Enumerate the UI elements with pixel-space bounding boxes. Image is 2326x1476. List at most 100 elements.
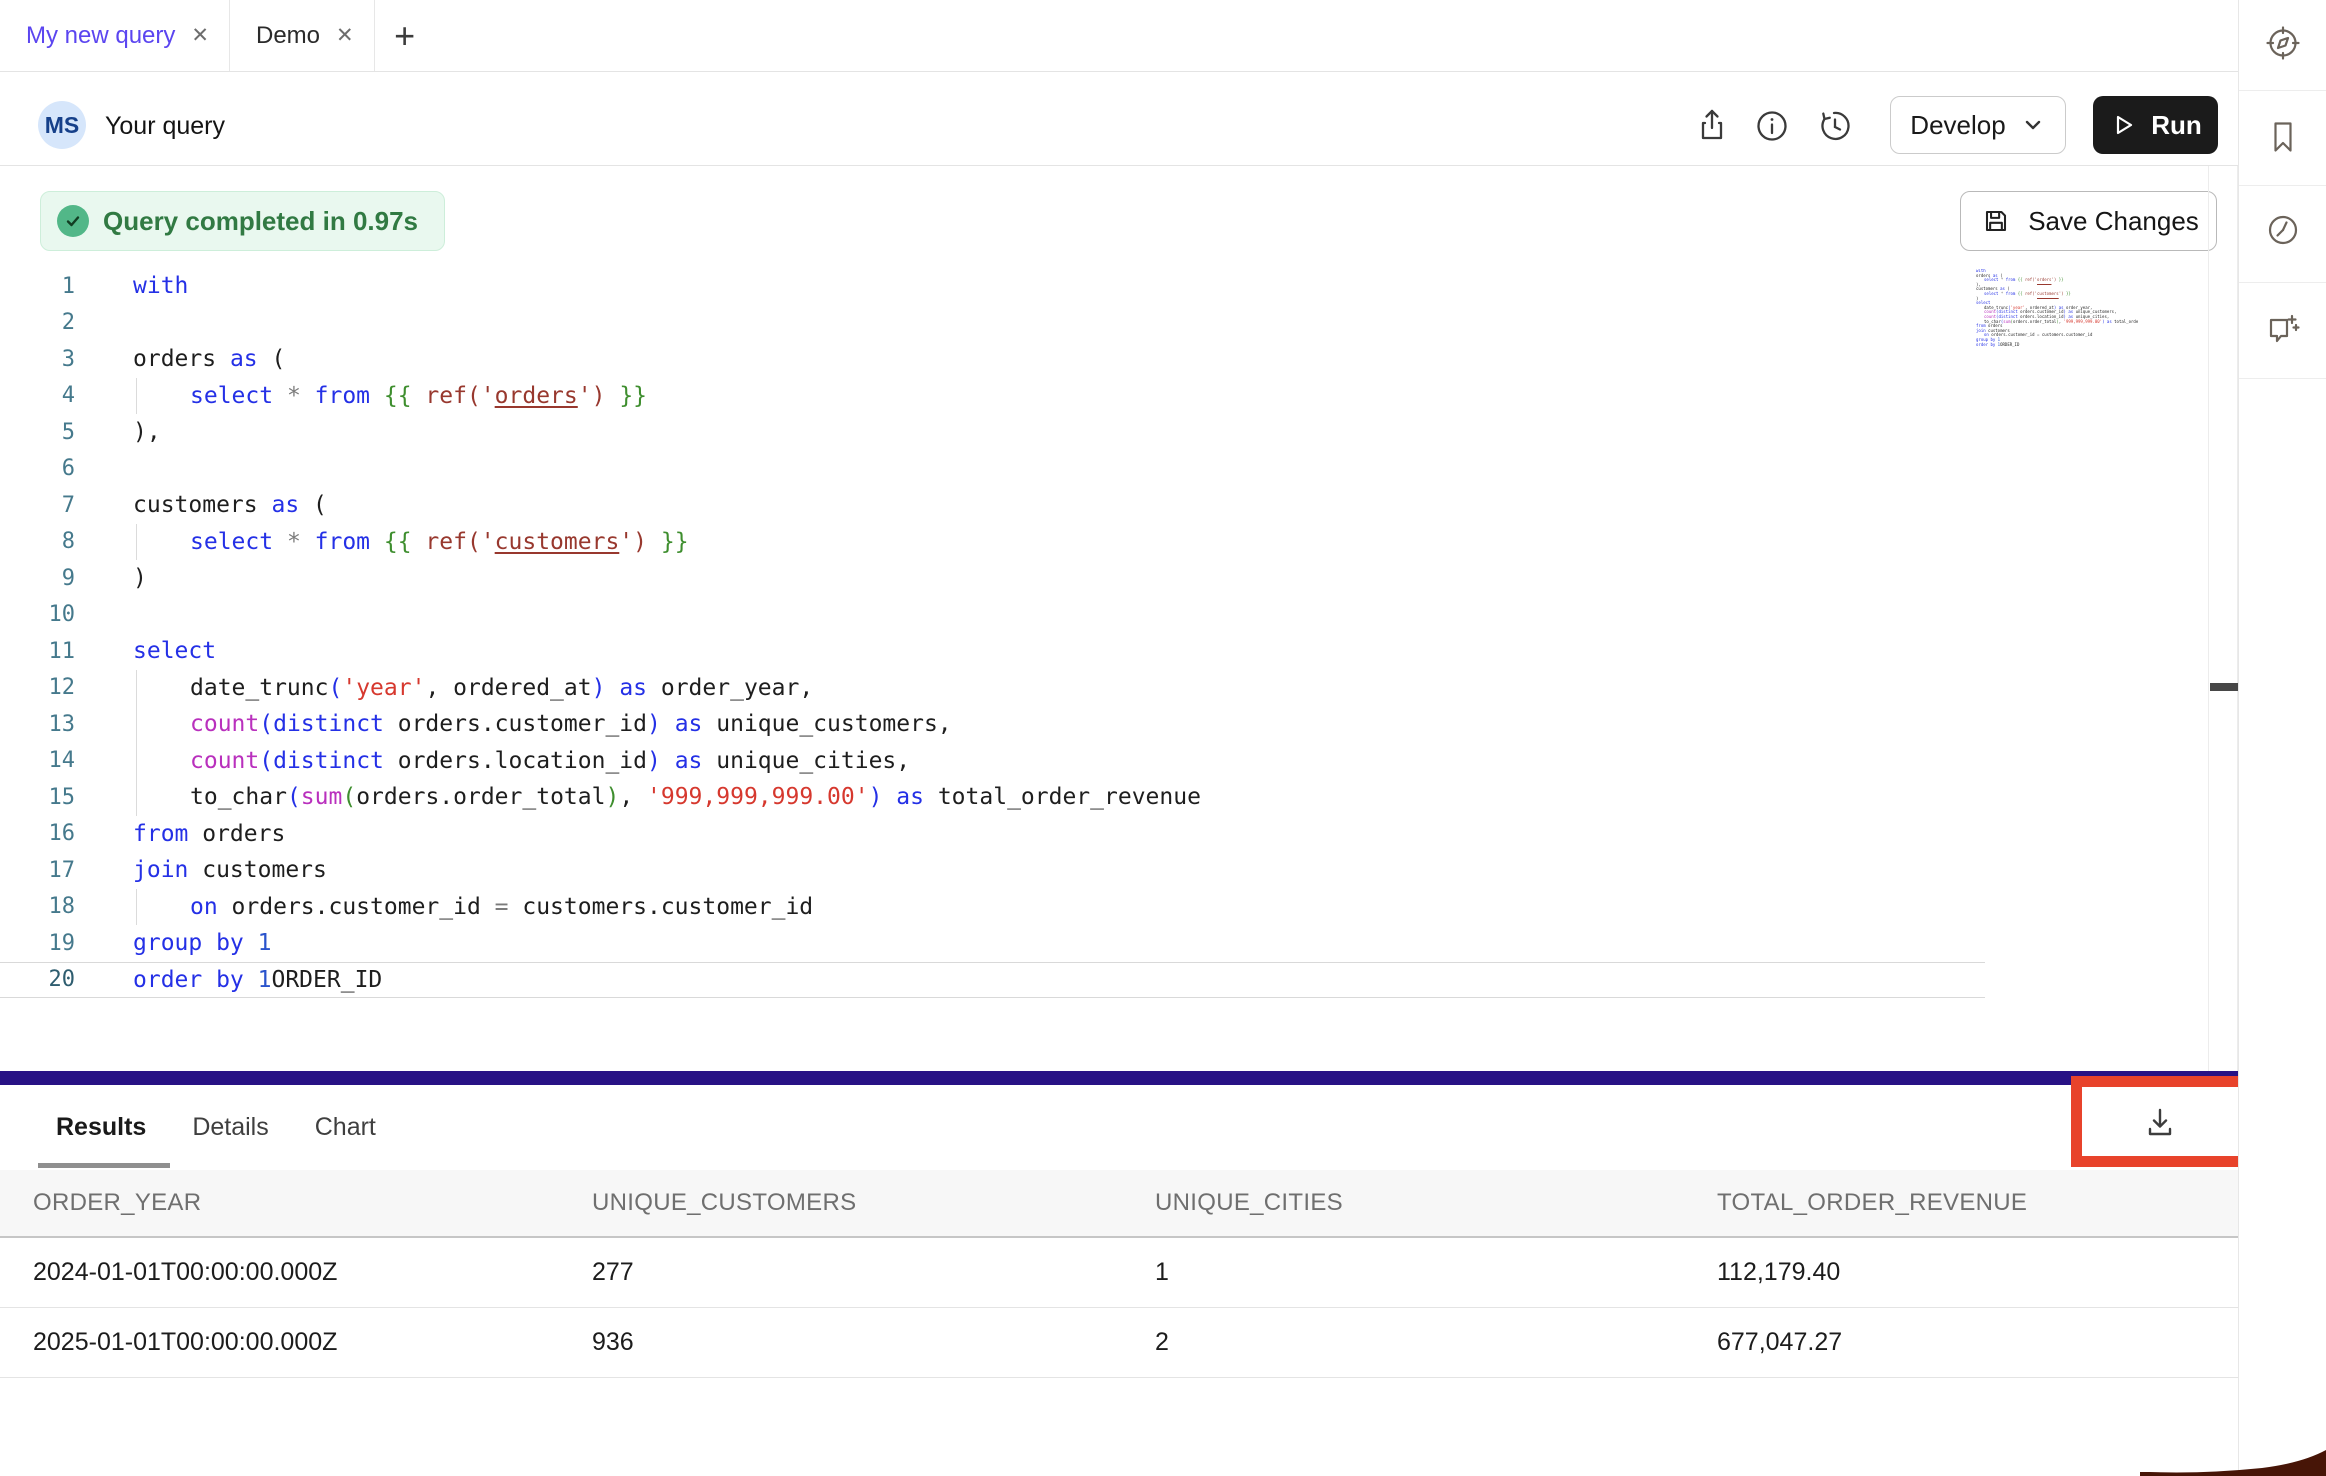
new-tab-button[interactable]: + (375, 0, 435, 71)
save-icon (1978, 203, 2014, 239)
avatar[interactable]: MS (38, 101, 86, 149)
results-tab-bar: Results Details Chart (0, 1085, 2238, 1170)
code-text: select * from {{ ref('orders') }} (133, 383, 647, 409)
code-text: count(distinct orders.location_id) as un… (133, 748, 910, 774)
sidebar-divider (2239, 90, 2326, 91)
history-sidebar-button[interactable] (2264, 211, 2302, 249)
red-pointer-artifact (2140, 1448, 2326, 1476)
table-cell: 2025-01-01T00:00:00.000Z (33, 1328, 592, 1357)
code-line-2[interactable]: 2 (0, 305, 2238, 342)
history-button[interactable] (1815, 106, 1855, 146)
line-number: 11 (0, 639, 75, 664)
close-tab-icon[interactable]: ✕ (336, 25, 354, 46)
minimap-line: order by 1ORDER_ID (1976, 343, 2138, 348)
code-line-9[interactable]: 9) (0, 560, 2238, 597)
line-number: 12 (0, 675, 75, 700)
compass-icon (2264, 24, 2302, 62)
tab-bar: My new query✕ Demo ✕ + (0, 0, 2238, 72)
status-text: Query completed in 0.97s (103, 206, 418, 237)
save-changes-button[interactable]: Save Changes (1960, 191, 2217, 251)
tab-results[interactable]: Results (56, 1113, 146, 1142)
code-text: count(distinct orders.customer_id) as un… (133, 711, 952, 737)
ai-assistant-button[interactable] (2264, 311, 2302, 349)
table-cell: 677,047.27 (1717, 1328, 2238, 1357)
code-line-4[interactable]: 4 select * from {{ ref('orders') }} (0, 378, 2238, 415)
close-tab-icon[interactable]: ✕ (191, 25, 209, 46)
active-tab-underline (38, 1163, 170, 1168)
sql-ide-window: { "colors": { "accent": "#5b45f0", "divi… (0, 0, 2326, 1476)
sidebar-divider (2239, 378, 2326, 379)
code-text: from orders (133, 821, 285, 847)
code-line-1[interactable]: 1with (0, 268, 2238, 305)
code-line-11[interactable]: 11 select (0, 633, 2238, 670)
line-number: 13 (0, 712, 75, 737)
history-icon (1815, 106, 1855, 146)
code-line-8[interactable]: 8select * from {{ ref('customers') }} (0, 524, 2238, 561)
line-number: 10 (0, 602, 75, 627)
code-line-17[interactable]: 17 join customers (0, 852, 2238, 889)
code-text: with (133, 273, 188, 299)
develop-button[interactable]: Develop (1890, 96, 2066, 154)
annotation-box (2071, 1076, 2249, 1167)
table-cell: 112,179.40 (1717, 1258, 2238, 1287)
code-editor[interactable]: 1with 2 3orders as ( 4 select * from {{ ref(… (0, 268, 2238, 998)
tab-demo[interactable]: Demo ✕ (230, 0, 375, 71)
code-line-16[interactable]: 16 from orders (0, 816, 2238, 853)
code-line-19[interactable]: 19group by 1 (0, 925, 2238, 962)
line-number: 16 (0, 821, 75, 846)
code-line-20[interactable]: 20order by 1ORDER_ID (0, 962, 1985, 999)
table-cell: 2024-01-01T00:00:00.000Z (33, 1258, 592, 1287)
line-number: 2 (0, 310, 75, 335)
code-text: select (133, 638, 216, 664)
editor-minimap[interactable]: withorders as (select * from {{ ref('ord… (1976, 269, 2138, 447)
results-table: 2024-01-01T00:00:00.000Z2771112,179.40 20… (0, 1238, 2238, 1378)
code-line-5[interactable]: 5), (0, 414, 2238, 451)
scrollbar-handle[interactable] (2210, 683, 2238, 691)
code-line-18[interactable]: 18on orders.customer_id = customers.cust… (0, 889, 2238, 926)
code-text: join customers (133, 857, 327, 883)
bookmarks-button[interactable] (2264, 118, 2302, 156)
table-cell: 277 (592, 1258, 1155, 1287)
info-button[interactable] (1752, 106, 1792, 146)
play-icon (2109, 111, 2137, 139)
code-text: to_char(sum(orders.order_total), '999,99… (133, 784, 1201, 810)
editor-scrollbar (2208, 166, 2238, 1073)
code-line-12[interactable]: 12 date_trunc('year', ordered_at) as orde… (0, 670, 2238, 707)
code-text: ) (133, 565, 147, 591)
download-icon (2140, 1102, 2180, 1142)
share-button[interactable] (1692, 106, 1732, 146)
code-line-15[interactable]: 15to_char(sum(orders.order_total), '999,… (0, 779, 2238, 816)
tab-my-new-query[interactable]: My new query✕ (0, 0, 230, 71)
tab-chart[interactable]: Chart (315, 1113, 376, 1142)
table-row: 2025-01-01T00:00:00.000Z9362677,047.27 (0, 1308, 2238, 1378)
line-number: 4 (0, 383, 75, 408)
tab-label: Demo (256, 22, 320, 50)
bookmark-icon (2264, 118, 2302, 156)
code-text: customers as ( (133, 492, 327, 518)
right-sidebar (2238, 0, 2326, 1476)
code-line-3[interactable]: 3orders as ( (0, 341, 2238, 378)
line-number: 9 (0, 566, 75, 591)
code-text: on orders.customer_id = customers.custom… (133, 894, 813, 920)
sidebar-divider (2239, 282, 2326, 283)
code-text: date_trunc('year', ordered_at) as order_… (133, 675, 813, 701)
code-line-13[interactable]: 13 count(distinct orders.customer_id) as … (0, 706, 2238, 743)
table-header: ORDER_YEARUNIQUE_CUSTOMERSUNIQUE_CITIEST… (0, 1170, 2238, 1238)
check-icon (57, 205, 89, 237)
code-line-10[interactable]: 10 (0, 597, 2238, 634)
line-number: 17 (0, 858, 75, 883)
line-number: 7 (0, 493, 75, 518)
sidebar-divider (2239, 185, 2326, 186)
run-label: Run (2151, 110, 2202, 141)
download-button[interactable] (2140, 1102, 2180, 1142)
line-number: 5 (0, 420, 75, 445)
run-button[interactable]: Run (2093, 96, 2218, 154)
code-line-7[interactable]: 7 customers as ( (0, 487, 2238, 524)
tab-details[interactable]: Details (192, 1113, 268, 1142)
code-text: orders as ( (133, 346, 285, 372)
table-cell: 1 (1155, 1258, 1717, 1287)
results-divider-bar[interactable] (0, 1071, 2238, 1085)
code-line-14[interactable]: 14count(distinct orders.location_id) as … (0, 743, 2238, 780)
code-line-6[interactable]: 6 (0, 451, 2238, 488)
explore-button[interactable] (2264, 24, 2302, 62)
